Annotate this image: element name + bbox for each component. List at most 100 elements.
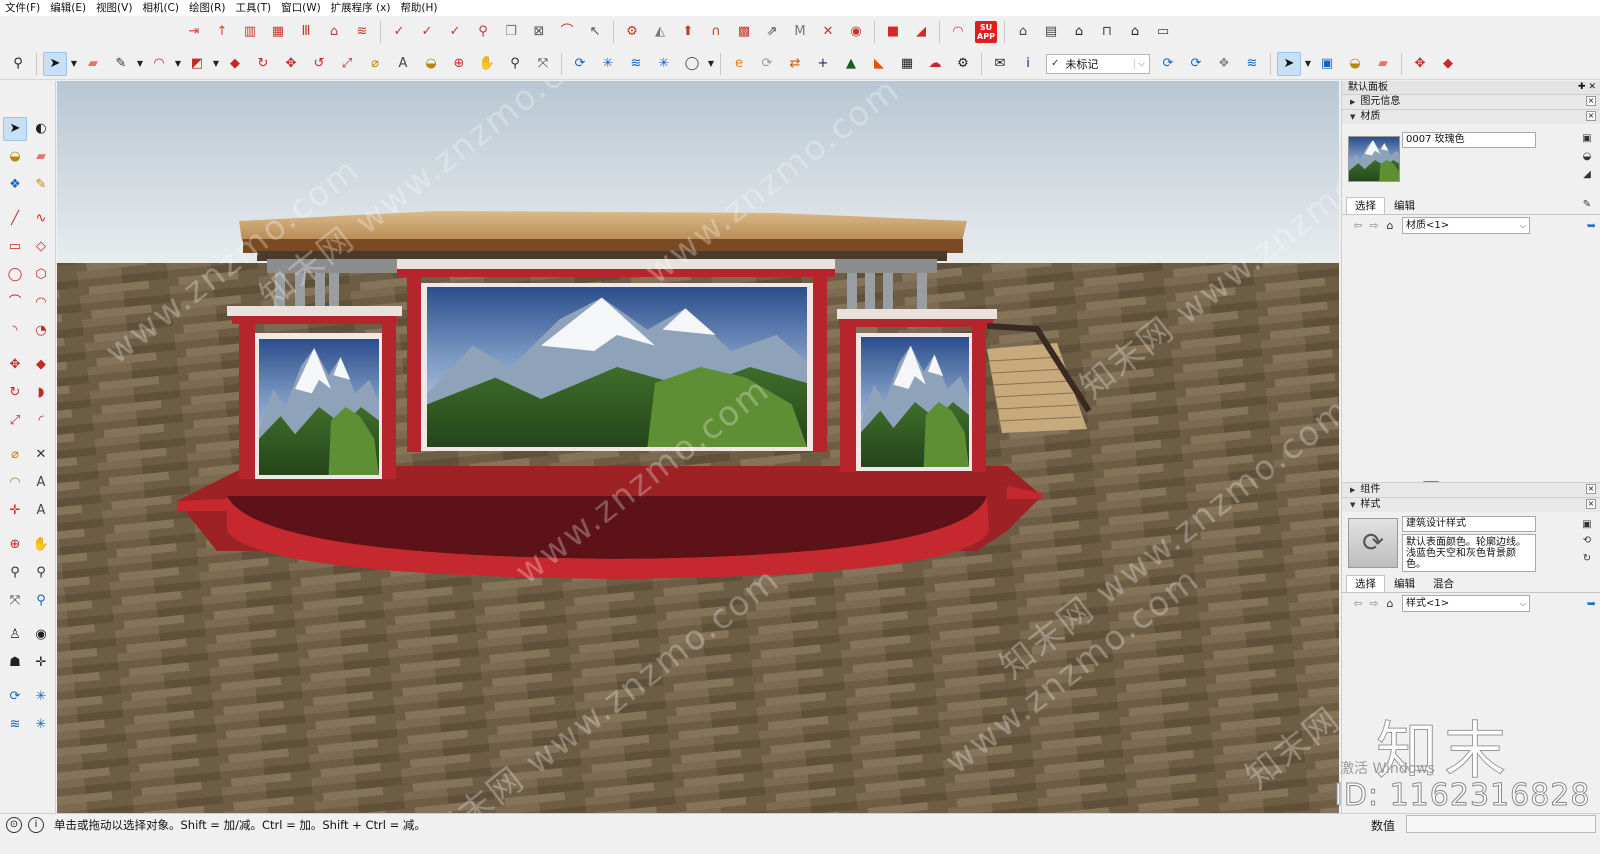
- paint-bucket-icon[interactable]: ◒: [1580, 150, 1594, 164]
- dropdown-arrow-icon[interactable]: ▼: [1303, 52, 1313, 76]
- position-camera-button[interactable]: ♙: [3, 623, 27, 647]
- arc-button[interactable]: ⌒: [555, 20, 579, 44]
- terrain-button[interactable]: ◣: [867, 52, 891, 76]
- offset-button[interactable]: ◜: [29, 409, 53, 433]
- push-pull-button[interactable]: ◆: [29, 353, 53, 377]
- refresh-button[interactable]: ⟳: [755, 52, 779, 76]
- menu-item[interactable]: 工具(T): [230, 0, 276, 16]
- entity-info-header[interactable]: ▶ 图元信息 ×: [1342, 94, 1600, 109]
- refresh-icon[interactable]: ↻: [1580, 552, 1594, 566]
- dimension-button[interactable]: ✕: [29, 443, 53, 467]
- back-edges-button[interactable]: ⟳: [1184, 52, 1208, 76]
- tab-style-select[interactable]: 选择: [1346, 575, 1385, 592]
- move-button[interactable]: ✥: [279, 52, 303, 76]
- settings-button[interactable]: ⚙: [951, 52, 975, 76]
- styles-header[interactable]: ▼ 样式 ×: [1342, 497, 1600, 512]
- mirror-button[interactable]: ◭: [648, 20, 672, 44]
- extension-warehouse-button[interactable]: ✳: [596, 52, 620, 76]
- sample-paint-icon[interactable]: ◢: [1580, 168, 1594, 182]
- follow-me-button[interactable]: ↻: [251, 52, 275, 76]
- tab-style-mix[interactable]: 混合: [1424, 575, 1463, 592]
- eraser-button[interactable]: ▰: [1371, 52, 1395, 76]
- orbit-tool-button[interactable]: ⊕: [3, 533, 27, 557]
- box-button[interactable]: ■: [881, 20, 905, 44]
- pie-button[interactable]: ◔: [29, 319, 53, 343]
- zoom-extents-button[interactable]: ⤧: [531, 52, 555, 76]
- components-button[interactable]: ❖: [1212, 52, 1236, 76]
- x-ray-button[interactable]: ⟳: [1156, 52, 1180, 76]
- sandbox-button[interactable]: ≋: [1240, 52, 1264, 76]
- menu-item[interactable]: 帮助(H): [395, 0, 442, 16]
- three-point-arc-button[interactable]: ◝: [3, 319, 27, 343]
- tag-select[interactable]: ✓ 未标记 ⌵: [1046, 53, 1150, 74]
- style-description-field[interactable]: 默认表面颜色。轮廓边线。浅蓝色天空和灰色背景颜色。: [1402, 534, 1536, 572]
- eyedropper-icon[interactable]: ✎: [1580, 198, 1594, 212]
- extension-button[interactable]: ✳: [29, 685, 53, 709]
- grid-button[interactable]: ▦: [266, 20, 290, 44]
- rectangle-button[interactable]: ▭: [3, 235, 27, 259]
- profile-button[interactable]: ◯: [680, 52, 704, 76]
- look-around-button[interactable]: ◉: [29, 623, 53, 647]
- info-button[interactable]: i: [1016, 52, 1040, 76]
- cloud-button[interactable]: ☁: [923, 52, 947, 76]
- eraser-button[interactable]: ▰: [81, 52, 105, 76]
- column-button[interactable]: Ⅲ: [294, 20, 318, 44]
- paint-bucket-button[interactable]: ◒: [3, 145, 27, 169]
- zoom-button[interactable]: ⚲: [6, 52, 30, 76]
- move-button[interactable]: ✥: [1408, 52, 1432, 76]
- warehouse-button[interactable]: ⌂: [1011, 20, 1035, 44]
- select-button[interactable]: ➤: [3, 117, 27, 141]
- layers-button[interactable]: ≋: [3, 713, 27, 737]
- forward-arrow-icon[interactable]: ⇨: [1366, 219, 1382, 232]
- push-pull-button[interactable]: ◆: [1436, 52, 1460, 76]
- close-icon[interactable]: ×: [1586, 111, 1596, 121]
- protractor-button[interactable]: ◠: [3, 471, 27, 495]
- menu-item[interactable]: 绘图(R): [184, 0, 231, 16]
- menu-item[interactable]: 视图(V): [91, 0, 137, 16]
- stair-button[interactable]: ≋: [350, 20, 374, 44]
- check-face-button[interactable]: ✓: [443, 20, 467, 44]
- zoom-extents-button[interactable]: ⤧: [3, 589, 27, 613]
- create-style-icon[interactable]: ▣: [1580, 518, 1594, 532]
- scale-button[interactable]: ⤢: [335, 52, 359, 76]
- dropdown-arrow-icon[interactable]: ▼: [211, 52, 221, 76]
- warehouse-3d-button[interactable]: ⟳: [568, 52, 592, 76]
- rectangle-button[interactable]: ◩: [185, 52, 209, 76]
- house-outline-button[interactable]: ⌂: [1123, 20, 1147, 44]
- arch-button[interactable]: ∩: [704, 20, 728, 44]
- transfer-button[interactable]: ⇄: [783, 52, 807, 76]
- axes-button[interactable]: ✛: [3, 499, 27, 523]
- line-button[interactable]: ╱: [3, 207, 27, 231]
- circle-button[interactable]: ◯: [3, 263, 27, 287]
- tree-button[interactable]: ▲: [839, 52, 863, 76]
- check-line-button[interactable]: ✓: [387, 20, 411, 44]
- model-info-button[interactable]: ▣: [1315, 52, 1339, 76]
- forward-arrow-icon[interactable]: ⇨: [1366, 597, 1382, 610]
- cursor-box-button[interactable]: ↖: [583, 20, 607, 44]
- layout-button[interactable]: ▭: [1151, 20, 1175, 44]
- copy-button[interactable]: ❐: [499, 20, 523, 44]
- scale-button[interactable]: ⤢: [3, 409, 27, 433]
- walk-button[interactable]: ☗: [3, 651, 27, 675]
- layers-button[interactable]: ≋: [624, 52, 648, 76]
- details-arrow-icon[interactable]: ➥: [1587, 597, 1596, 610]
- home-icon[interactable]: ⌂: [1382, 219, 1398, 232]
- kg-button[interactable]: ⚙: [620, 20, 644, 44]
- select-button[interactable]: ➤: [43, 51, 67, 76]
- checker-button[interactable]: ▦: [895, 52, 919, 76]
- freehand-button[interactable]: ∿: [29, 207, 53, 231]
- zoom-tool-button[interactable]: ⚲: [503, 52, 527, 76]
- rotate-button[interactable]: ↻: [3, 381, 27, 405]
- ml-button[interactable]: M: [788, 20, 812, 44]
- check-search-button[interactable]: ⚲: [471, 20, 495, 44]
- dropdown-arrow-icon[interactable]: ▼: [706, 52, 716, 76]
- export-button[interactable]: ⇗: [760, 20, 784, 44]
- components-button[interactable]: ❖: [3, 173, 27, 197]
- details-arrow-icon[interactable]: ➥: [1587, 219, 1596, 232]
- roof-button[interactable]: ⌂: [322, 20, 346, 44]
- components-header[interactable]: ▶ 组件 ×: [1342, 482, 1600, 497]
- material-name-field[interactable]: 0007 玫瑰色: [1402, 132, 1536, 148]
- tab-style-edit[interactable]: 编辑: [1385, 575, 1424, 592]
- su-app-button[interactable]: SU APP: [974, 20, 998, 44]
- 3d-viewport[interactable]: www.znzmo.com知末网 www.znzmo.comwww.znzmo.…: [57, 81, 1339, 813]
